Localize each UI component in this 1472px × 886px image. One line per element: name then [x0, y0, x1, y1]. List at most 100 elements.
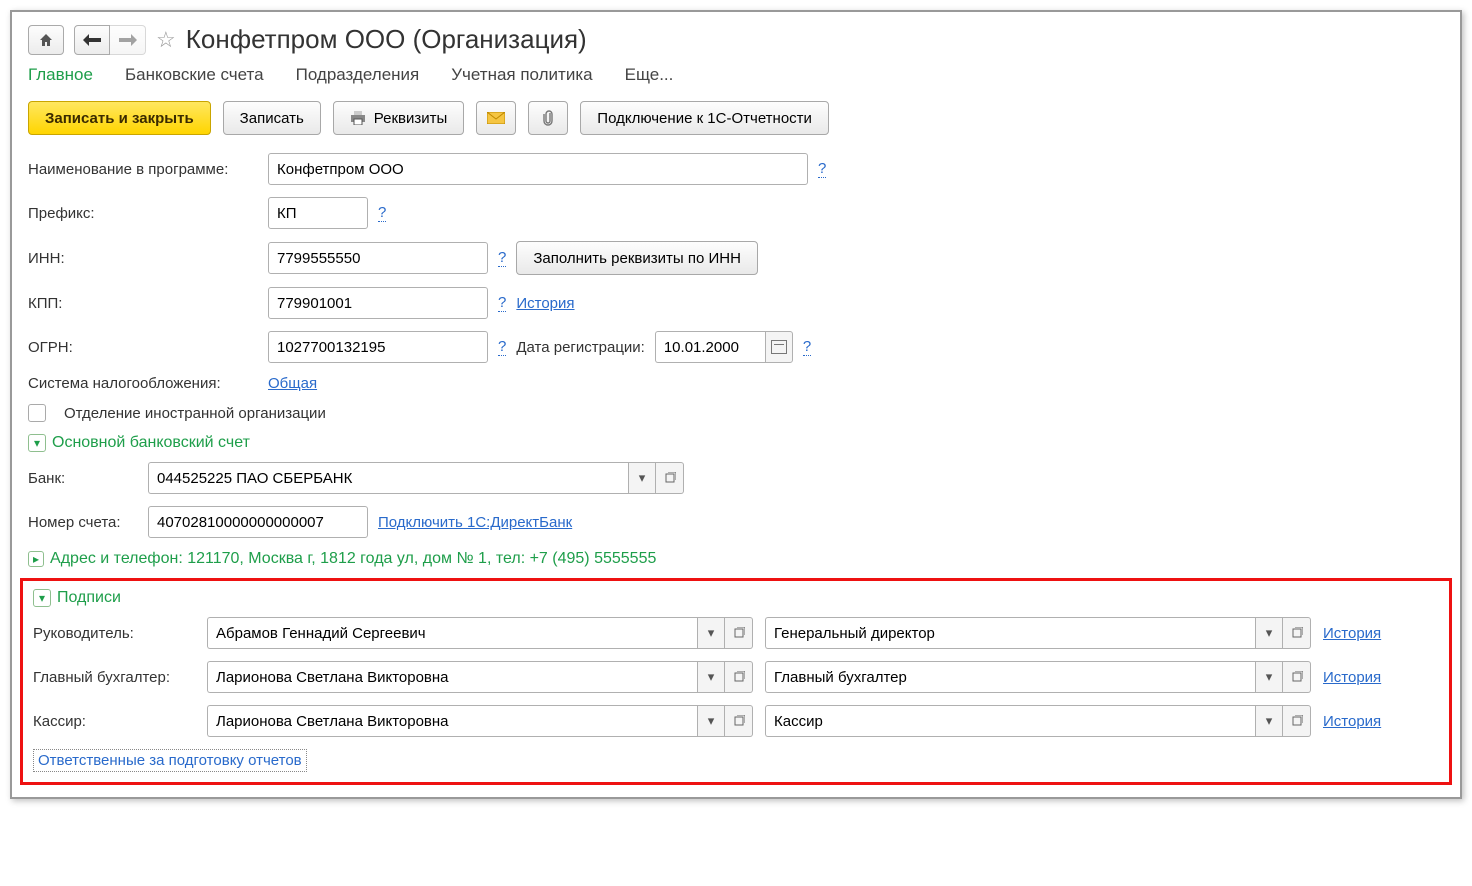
- cashier-name-input[interactable]: [207, 705, 697, 737]
- director-pos-input[interactable]: [765, 617, 1255, 649]
- regdate-help[interactable]: ?: [803, 338, 811, 356]
- requisites-button[interactable]: Реквизиты: [333, 101, 465, 135]
- name-input[interactable]: [268, 153, 808, 185]
- acct-label: Номер счета:: [28, 514, 138, 531]
- kpp-help[interactable]: ?: [498, 294, 506, 312]
- bank-input[interactable]: [148, 462, 628, 494]
- directbank-link[interactable]: Подключить 1С:ДиректБанк: [378, 514, 572, 531]
- director-name-lookup: ▾: [207, 617, 753, 649]
- prefix-help[interactable]: ?: [378, 204, 386, 222]
- regdate-label: Дата регистрации:: [516, 339, 645, 356]
- foreign-org-checkbox[interactable]: [28, 404, 46, 422]
- cashier-name-dropdown[interactable]: ▾: [697, 705, 725, 737]
- open-icon: [733, 671, 745, 683]
- director-name-open[interactable]: [725, 617, 753, 649]
- tab-departments[interactable]: Подразделения: [296, 65, 420, 85]
- open-icon: [1291, 627, 1303, 639]
- tab-bank-accounts[interactable]: Банковские счета: [125, 65, 264, 85]
- bank-section-toggle[interactable]: ▾ Основной банковский счет: [28, 434, 1444, 452]
- tab-accounting-policy[interactable]: Учетная политика: [451, 65, 592, 85]
- accountant-name-dropdown[interactable]: ▾: [697, 661, 725, 693]
- director-name-dropdown[interactable]: ▾: [697, 617, 725, 649]
- bank-open-button[interactable]: [656, 462, 684, 494]
- accountant-name-open[interactable]: [725, 661, 753, 693]
- cashier-name-open[interactable]: [725, 705, 753, 737]
- kpp-input[interactable]: [268, 287, 488, 319]
- accountant-pos-lookup: ▾: [765, 661, 1311, 693]
- prefix-input[interactable]: [268, 197, 368, 229]
- responsibles-link[interactable]: Ответственные за подготовку отчетов: [33, 749, 307, 772]
- open-icon: [733, 715, 745, 727]
- cashier-pos-lookup: ▾: [765, 705, 1311, 737]
- arrow-right-icon: [119, 34, 137, 46]
- bank-dropdown-button[interactable]: ▾: [628, 462, 656, 494]
- accountant-label: Главный бухгалтер:: [33, 669, 195, 686]
- connect-reporting-button[interactable]: Подключение к 1С-Отчетности: [580, 101, 829, 135]
- tab-more[interactable]: Еще...: [625, 65, 674, 85]
- inn-input[interactable]: [268, 242, 488, 274]
- bank-section-title: Основной банковский счет: [52, 434, 250, 452]
- prefix-label: Префикс:: [28, 205, 258, 222]
- signatures-title: Подписи: [57, 589, 121, 607]
- mail-button[interactable]: [476, 101, 516, 135]
- signatures-section: ▾ Подписи Руководитель: ▾ ▾ История Глав…: [20, 578, 1452, 785]
- cashier-pos-open[interactable]: [1283, 705, 1311, 737]
- accountant-history-link[interactable]: История: [1323, 669, 1381, 686]
- bank-lookup: ▾: [148, 462, 684, 494]
- address-section[interactable]: ▸Адрес и телефон: 121170, Москва г, 1812…: [28, 550, 1444, 568]
- bank-label: Банк:: [28, 470, 138, 487]
- director-pos-dropdown[interactable]: ▾: [1255, 617, 1283, 649]
- signatures-toggle[interactable]: ▾ Подписи: [33, 589, 1439, 607]
- fill-by-inn-button[interactable]: Заполнить реквизиты по ИНН: [516, 241, 758, 275]
- cashier-pos-input[interactable]: [765, 705, 1255, 737]
- kpp-label: КПП:: [28, 295, 258, 312]
- foreign-org-label: Отделение иностранной организации: [64, 405, 326, 422]
- favorite-star-icon[interactable]: ☆: [156, 27, 176, 53]
- regdate-input[interactable]: [655, 331, 765, 363]
- nav-back-forward: [74, 25, 146, 55]
- tabs: Главное Банковские счета Подразделения У…: [28, 65, 1444, 87]
- chevron-right-icon: ▸: [28, 551, 44, 567]
- director-history-link[interactable]: История: [1323, 625, 1381, 642]
- accountant-pos-input[interactable]: [765, 661, 1255, 693]
- director-name-input[interactable]: [207, 617, 697, 649]
- cashier-name-lookup: ▾: [207, 705, 753, 737]
- printer-icon: [350, 111, 366, 125]
- director-pos-open[interactable]: [1283, 617, 1311, 649]
- attach-button[interactable]: [528, 101, 568, 135]
- ogrn-help[interactable]: ?: [498, 338, 506, 356]
- arrow-left-icon: [83, 34, 101, 46]
- toolbar: Записать и закрыть Записать Реквизиты По…: [28, 101, 1444, 135]
- accountant-pos-dropdown[interactable]: ▾: [1255, 661, 1283, 693]
- ogrn-input[interactable]: [268, 331, 488, 363]
- name-label: Наименование в программе:: [28, 161, 258, 178]
- forward-button: [110, 25, 146, 55]
- home-button[interactable]: [28, 25, 64, 55]
- kpp-history-link[interactable]: История: [516, 295, 574, 312]
- cashier-history-link[interactable]: История: [1323, 713, 1381, 730]
- tax-value-link[interactable]: Общая: [268, 375, 317, 392]
- ogrn-label: ОГРН:: [28, 339, 258, 356]
- regdate-calendar-button[interactable]: [765, 331, 793, 363]
- accountant-pos-open[interactable]: [1283, 661, 1311, 693]
- save-and-close-button[interactable]: Записать и закрыть: [28, 101, 211, 135]
- open-icon: [664, 472, 676, 484]
- inn-help[interactable]: ?: [498, 249, 506, 267]
- open-icon: [1291, 715, 1303, 727]
- name-help[interactable]: ?: [818, 160, 826, 178]
- cashier-label: Кассир:: [33, 713, 195, 730]
- accountant-name-input[interactable]: [207, 661, 697, 693]
- home-icon: [38, 32, 54, 48]
- back-button[interactable]: [74, 25, 110, 55]
- chevron-down-icon: ▾: [33, 589, 51, 607]
- calendar-icon: [771, 340, 787, 354]
- cashier-pos-dropdown[interactable]: ▾: [1255, 705, 1283, 737]
- chevron-down-icon: ▾: [28, 434, 46, 452]
- save-button[interactable]: Записать: [223, 101, 321, 135]
- acct-input[interactable]: [148, 506, 368, 538]
- open-icon: [733, 627, 745, 639]
- inn-label: ИНН:: [28, 250, 258, 267]
- organization-form: ☆ Конфетпром ООО (Организация) Главное Б…: [10, 10, 1462, 799]
- director-label: Руководитель:: [33, 625, 195, 642]
- tab-main[interactable]: Главное: [28, 65, 93, 85]
